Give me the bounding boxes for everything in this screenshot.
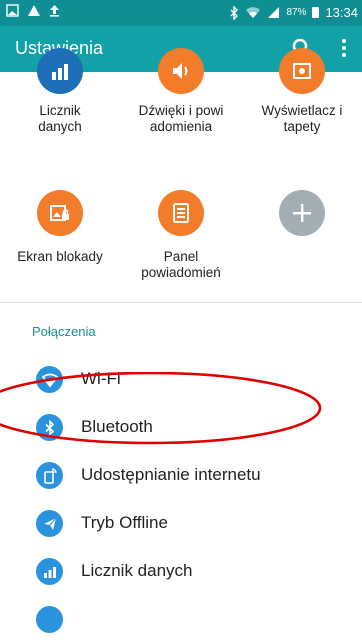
list-item-label: Tryb Offline bbox=[81, 513, 168, 532]
battery-icon bbox=[312, 7, 320, 18]
clock: 13:34 bbox=[325, 5, 358, 20]
quick-settings-row-1: Licznik danych Dźwięki i powi adomienia … bbox=[0, 48, 362, 172]
display-icon bbox=[279, 48, 325, 94]
list-item-airplane-mode[interactable]: Tryb Offline bbox=[0, 500, 362, 548]
grid-item-display[interactable]: Wyświetlacz i tapety bbox=[242, 48, 362, 172]
list-item-label: Bluetooth bbox=[81, 417, 153, 436]
wifi-status-icon bbox=[246, 7, 261, 18]
data-usage-icon bbox=[37, 48, 83, 94]
list-item-icon bbox=[36, 606, 63, 633]
grid-item-label: Panel powiadomień bbox=[141, 249, 221, 280]
status-bar-left bbox=[6, 4, 60, 17]
grid-item-label: Dźwięki i powi adomienia bbox=[138, 103, 224, 134]
list-item-label: Wi-Fi bbox=[81, 369, 121, 388]
grid-item-label: Ekran blokady bbox=[17, 249, 103, 264]
bluetooth-status-icon bbox=[230, 5, 239, 20]
grid-item-label: Licznik danych bbox=[38, 103, 82, 134]
sound-icon bbox=[158, 48, 204, 94]
bluetooth-icon bbox=[36, 414, 63, 441]
wifi-icon bbox=[36, 366, 63, 393]
battery-percent: 87% bbox=[286, 7, 307, 18]
upload-notification-icon bbox=[50, 5, 59, 17]
grid-item-lock-screen[interactable]: Ekran blokady bbox=[0, 190, 120, 300]
add-icon bbox=[279, 190, 325, 236]
grid-item-sounds[interactable]: Dźwięki i powi adomienia bbox=[121, 48, 241, 172]
list-item-label: Udostępnianie internetu bbox=[81, 465, 261, 484]
section-header-connections: Połączenia bbox=[32, 324, 96, 339]
data-usage-icon bbox=[36, 558, 63, 585]
warning-notification-icon bbox=[28, 5, 40, 16]
gallery-notification-icon bbox=[6, 4, 19, 17]
section-divider bbox=[0, 302, 362, 303]
quick-settings-row-2: Ekran blokady Panel powiadomień bbox=[0, 190, 362, 300]
grid-item-label: Wyświetlacz i tapety bbox=[261, 103, 343, 134]
grid-item-notification-panel[interactable]: Panel powiadomień bbox=[121, 190, 241, 300]
more-options-icon[interactable] bbox=[338, 37, 350, 59]
list-item-data-usage[interactable]: Licznik danych bbox=[0, 548, 362, 596]
list-item-label: Licznik danych bbox=[81, 561, 193, 580]
grid-item-data-usage[interactable]: Licznik danych bbox=[0, 48, 120, 172]
list-item-bluetooth[interactable]: Bluetooth bbox=[0, 404, 362, 452]
tethering-icon bbox=[36, 462, 63, 489]
list-item-partial[interactable] bbox=[0, 596, 362, 644]
notification-panel-icon bbox=[158, 190, 204, 236]
list-item-tethering[interactable]: Udostępnianie internetu bbox=[0, 452, 362, 500]
lock-screen-icon bbox=[37, 190, 83, 236]
status-bar-right: 87% 13:34 bbox=[229, 5, 358, 20]
airplane-icon bbox=[36, 510, 63, 537]
list-item-wifi[interactable]: Wi-Fi bbox=[0, 356, 362, 404]
signal-status-icon bbox=[268, 7, 280, 18]
grid-item-add[interactable] bbox=[242, 190, 362, 300]
status-bar: 87% 13:34 bbox=[0, 0, 362, 26]
